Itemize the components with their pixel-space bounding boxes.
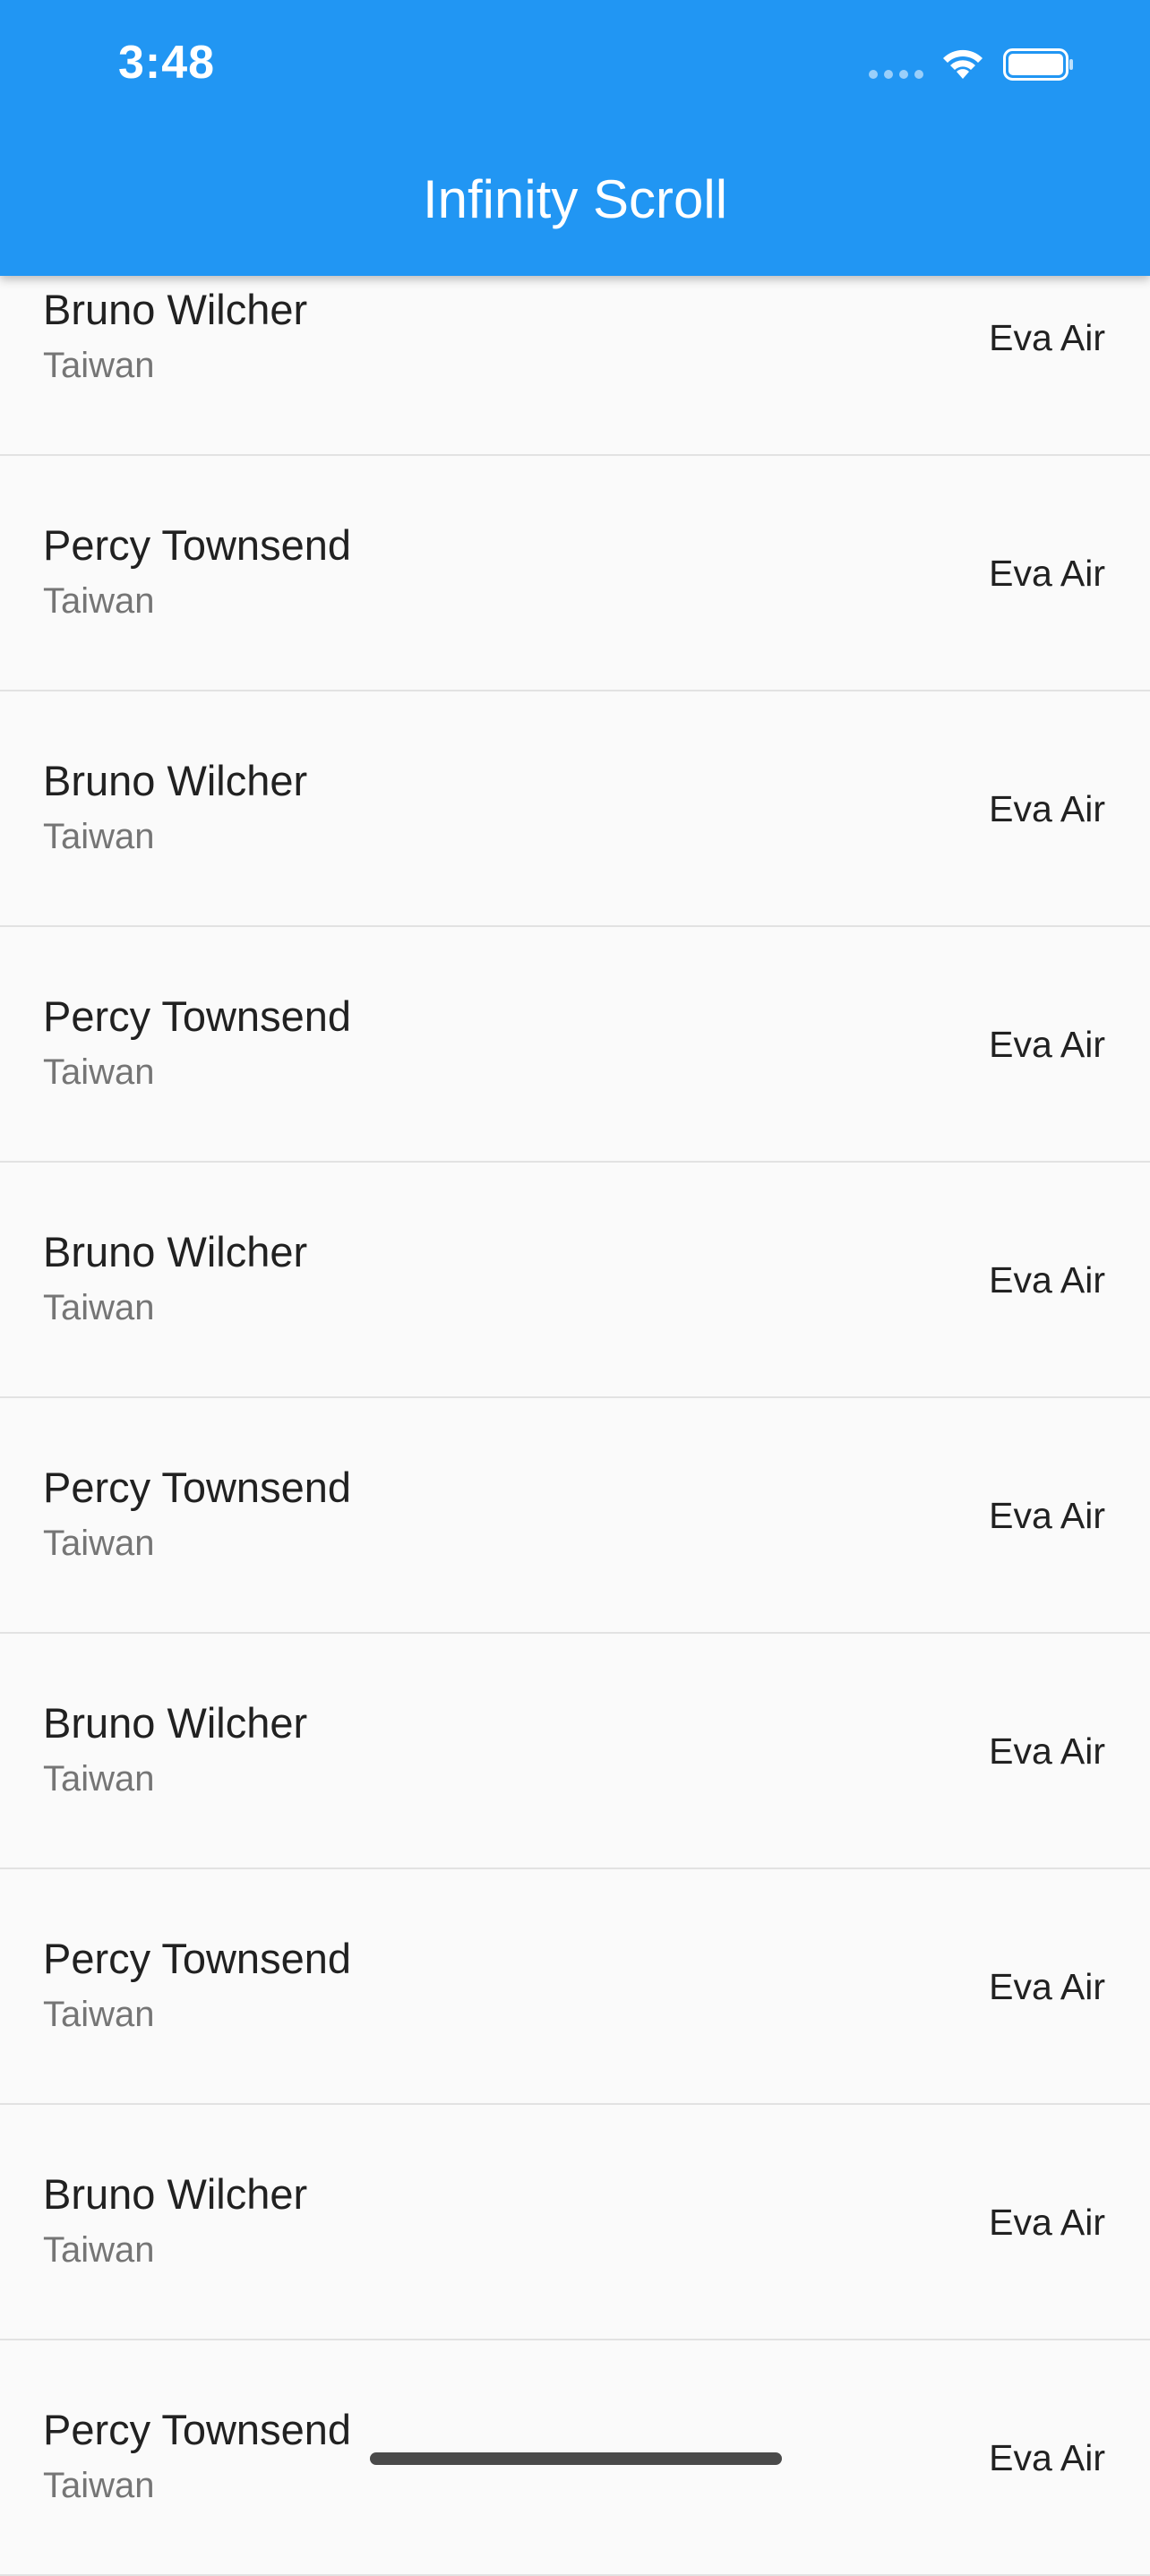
list-item-airline: Eva Air [989,1259,1105,1301]
app-bar: 3:48 Infinity Scroll [0,0,1150,276]
list-item-country: Taiwan [43,1052,155,1092]
list-item-country: Taiwan [43,1995,155,2034]
list-item[interactable]: Percy Townsend Taiwan Eva Air [0,1398,1150,1634]
list-item[interactable]: Bruno Wilcher Taiwan Eva Air [0,1634,1150,1869]
list-item-airline: Eva Air [989,1730,1105,1772]
list-item[interactable]: Percy Townsend Taiwan Eva Air [0,927,1150,1163]
page-title: Infinity Scroll [422,169,728,229]
list-item-name: Bruno Wilcher [43,1699,308,1747]
list-item-country: Taiwan [43,2230,155,2270]
list-item-airline: Eva Air [989,2202,1105,2243]
list-item-country: Taiwan [43,346,155,385]
list-item-name: Bruno Wilcher [43,757,308,804]
list-item-country: Taiwan [43,581,155,621]
list-item-name: Percy Townsend [43,1464,351,1511]
list-item-country: Taiwan [43,817,155,856]
list-item-country: Taiwan [43,1524,155,1563]
list-item[interactable]: Bruno Wilcher Taiwan Eva Air [0,1163,1150,1398]
list-item-airline: Eva Air [989,553,1105,594]
infinite-list[interactable]: Bruno Wilcher Taiwan Eva Air Percy Townsend… [0,220,1150,2576]
list-item[interactable]: Percy Townsend Taiwan Eva Air [0,456,1150,691]
list-item-airline: Eva Air [989,788,1105,829]
list-item-country: Taiwan [43,1288,155,1327]
list-item-country: Taiwan [43,2466,155,2505]
list-item-name: Percy Townsend [43,992,351,1040]
signal-dots-icon [869,70,924,79]
battery-icon [1003,48,1073,81]
list-item-airline: Eva Air [989,1024,1105,1065]
list-item-name: Percy Townsend [43,1935,351,1982]
list-item-name: Percy Townsend [43,521,351,569]
list-item-name: Percy Townsend [43,2406,351,2453]
list-item-airline: Eva Air [989,1495,1105,1536]
list-item-airline: Eva Air [989,2437,1105,2478]
list-item-airline: Eva Air [989,1966,1105,2007]
list-item-name: Bruno Wilcher [43,286,308,333]
wifi-icon [943,49,983,79]
list-item-name: Bruno Wilcher [43,1228,308,1275]
list-item-country: Taiwan [43,1759,155,1799]
home-indicator[interactable] [370,2452,782,2465]
list-item-name: Bruno Wilcher [43,2170,308,2218]
status-time: 3:48 [118,37,216,89]
list-item[interactable]: Percy Townsend Taiwan Eva Air [0,1869,1150,2105]
list-item[interactable]: Bruno Wilcher Taiwan Eva Air [0,691,1150,927]
list-item[interactable]: Bruno Wilcher Taiwan Eva Air [0,2105,1150,2340]
status-bar: 3:48 [0,0,1150,130]
list-item-airline: Eva Air [989,317,1105,358]
